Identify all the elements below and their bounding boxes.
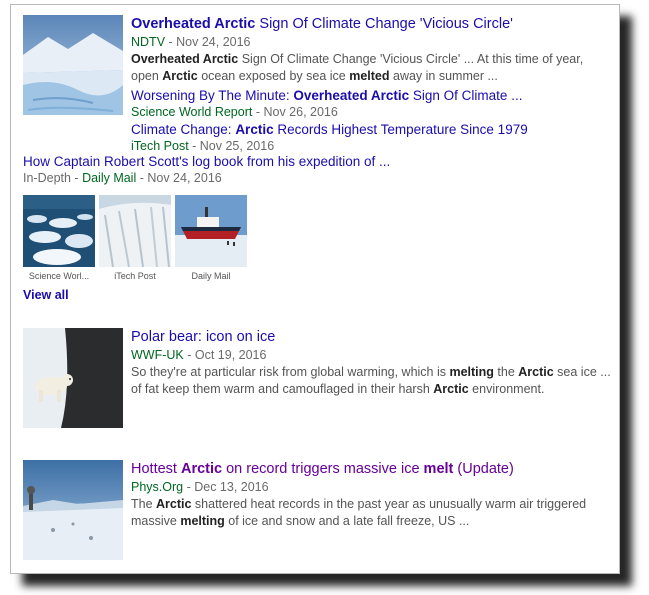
- related-image-3[interactable]: Daily Mail: [175, 195, 247, 281]
- related-image-1[interactable]: Science Worl...: [23, 195, 95, 281]
- result-3-source: Phys.Org: [131, 480, 184, 494]
- result-2-date: - Oct 19, 2016: [183, 348, 267, 362]
- result-1-snippet: Overheated Arctic Sign Of Climate Change…: [131, 52, 584, 83]
- result-2-meta: WWF-UK - Oct 19, 2016: [131, 347, 611, 364]
- arctic-ice-image: [23, 15, 123, 115]
- result-3-meta: Phys.Org - Dec 13, 2016: [131, 479, 611, 496]
- glacier-image: [99, 195, 171, 267]
- related-image-1-caption: Science Worl...: [28, 271, 90, 281]
- result-1-title-link[interactable]: Overheated Arctic Sign Of Climate Change…: [131, 15, 611, 34]
- related-3-category: In-Depth -: [23, 171, 83, 185]
- result-3-snippet: The Arctic shattered heat records in the…: [131, 497, 587, 528]
- arctic-landscape-image: [23, 460, 123, 560]
- news-result-3: Hottest Arctic on record triggers massiv…: [23, 460, 613, 560]
- result-2-title-link[interactable]: Polar bear: icon on ice: [131, 328, 611, 347]
- result-1-thumbnail[interactable]: [23, 15, 123, 115]
- related-3-link[interactable]: How Captain Robert Scott's log book from…: [23, 153, 390, 170]
- result-3-body: Hottest Arctic on record triggers massiv…: [131, 460, 611, 530]
- related-1-date: - Nov 26, 2016: [252, 105, 338, 119]
- result-3-date: - Dec 13, 2016: [183, 480, 269, 494]
- result-1-body: Overheated Arctic Sign Of Climate Change…: [131, 15, 611, 155]
- view-all-link[interactable]: View all: [23, 288, 69, 302]
- result-1-meta: NDTV - Nov 24, 2016: [131, 34, 611, 51]
- result-1-source: NDTV: [131, 35, 166, 49]
- result-3-thumbnail[interactable]: [23, 460, 123, 560]
- related-3-date: - Nov 24, 2016: [136, 171, 222, 185]
- result-1-date: - Nov 24, 2016: [165, 35, 251, 49]
- related-image-2[interactable]: iTech Post: [99, 195, 171, 281]
- news-result-2: Polar bear: icon on ice WWF-UK - Oct 19,…: [23, 328, 613, 428]
- related-1-title-text: Worsening By The Minute: Overheated Arct…: [131, 88, 523, 103]
- related-2-date: - Nov 25, 2016: [188, 139, 275, 153]
- related-1-source: Science World Report: [131, 105, 253, 119]
- ship-in-ice-image: [175, 195, 247, 267]
- result-3-title-link[interactable]: Hottest Arctic on record triggers massiv…: [131, 460, 611, 479]
- news-results-panel: Overheated Arctic Sign Of Climate Change…: [10, 4, 620, 574]
- related-2-title-text: Climate Change: Arctic Records Highest T…: [131, 122, 528, 137]
- related-image-3-caption: Daily Mail: [191, 271, 231, 281]
- related-2-link[interactable]: Climate Change: Arctic Records Highest T…: [131, 121, 611, 138]
- related-1-meta: Science World Report - Nov 26, 2016: [131, 104, 611, 121]
- related-3-source: Daily Mail: [82, 171, 137, 185]
- result-2-thumbnail[interactable]: [23, 328, 123, 428]
- result-2-title-text: Polar bear: icon on ice: [131, 329, 276, 345]
- result-2-snippet: So they're at particular risk from globa…: [131, 365, 611, 396]
- related-1-link[interactable]: Worsening By The Minute: Overheated Arct…: [131, 87, 611, 104]
- polar-bear-image: [23, 328, 123, 428]
- result-3-title-text: Hottest Arctic on record triggers massiv…: [131, 461, 514, 477]
- related-3-meta: In-Depth - Daily Mail - Nov 24, 2016: [23, 170, 222, 187]
- related-2-source: iTech Post: [131, 139, 189, 153]
- result-2-body: Polar bear: icon on ice WWF-UK - Oct 19,…: [131, 328, 611, 398]
- result-1-title-text: Overheated Arctic Sign Of Climate Change…: [131, 16, 513, 32]
- related-image-2-caption: iTech Post: [114, 271, 156, 281]
- result-2-source: WWF-UK: [131, 348, 184, 362]
- sea-ice-image: [23, 195, 95, 267]
- news-result-1: Overheated Arctic Sign Of Climate Change…: [23, 15, 613, 310]
